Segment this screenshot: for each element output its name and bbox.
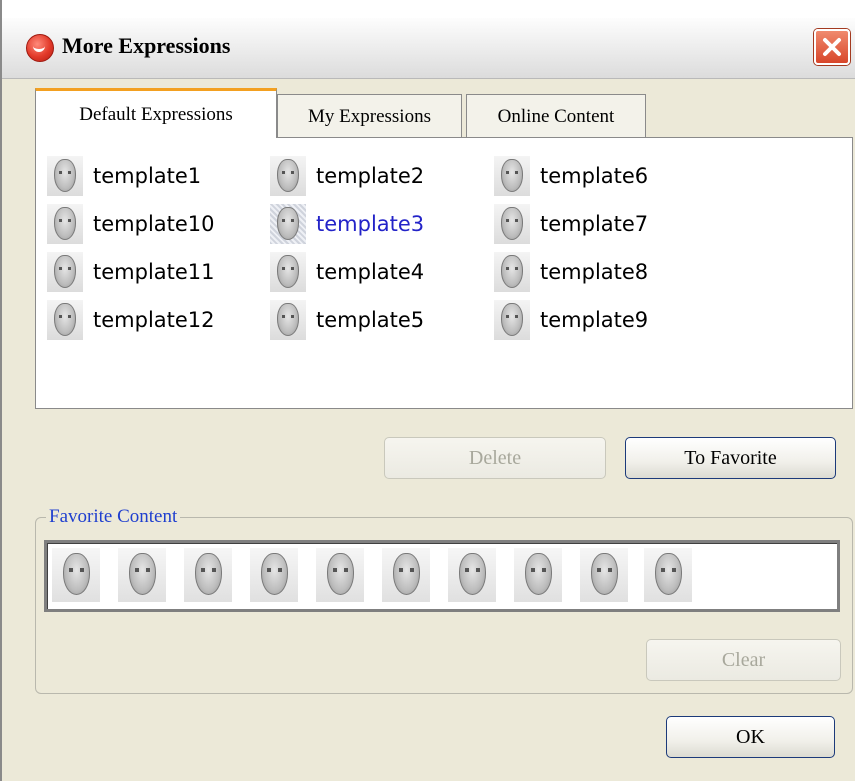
face-thumbnail-icon — [494, 156, 530, 196]
favorite-face-icon[interactable] — [184, 548, 232, 602]
list-item-template1[interactable]: template1 — [47, 156, 201, 196]
ok-button[interactable]: OK — [666, 716, 835, 758]
list-item-template12[interactable]: template12 — [47, 300, 215, 340]
clear-button[interactable]: Clear — [646, 639, 841, 681]
list-item-label: template5 — [316, 308, 425, 332]
favorite-face-icon[interactable] — [580, 548, 628, 602]
favorite-face-icon[interactable] — [644, 548, 692, 602]
list-item-template4[interactable]: template4 — [270, 252, 424, 292]
list-item-label: template11 — [93, 260, 215, 284]
more-expressions-dialog: More Expressions Default Expressions My … — [0, 0, 855, 781]
close-x-icon — [823, 38, 841, 56]
list-item-template10[interactable]: template10 — [47, 204, 215, 244]
face-thumbnail-icon — [47, 156, 83, 196]
delete-button[interactable]: Delete — [384, 437, 606, 479]
favorite-face-icon[interactable] — [316, 548, 364, 602]
face-thumbnail-icon — [494, 300, 530, 340]
list-item-label: template12 — [93, 308, 215, 332]
list-item-template3[interactable]: template3 — [270, 204, 424, 244]
list-item-label: template8 — [540, 260, 649, 284]
list-item-label: template3 — [316, 212, 425, 236]
window-title: More Expressions — [62, 33, 231, 58]
face-thumbnail-icon — [47, 252, 83, 292]
face-thumbnail-icon — [270, 300, 306, 340]
list-item-label: template2 — [316, 164, 425, 188]
window-top-strip — [2, 0, 855, 18]
list-item-label: template6 — [540, 164, 649, 188]
face-thumbnail-icon — [47, 300, 83, 340]
face-thumbnail-icon — [270, 156, 306, 196]
list-item-template8[interactable]: template8 — [494, 252, 648, 292]
list-item-template6[interactable]: template6 — [494, 156, 648, 196]
tab-online-content[interactable]: Online Content — [466, 94, 646, 138]
to-favorite-button[interactable]: To Favorite — [625, 437, 836, 479]
list-item-label: template7 — [540, 212, 649, 236]
face-thumbnail-icon — [494, 204, 530, 244]
app-logo-icon — [26, 34, 54, 62]
list-item-label: template9 — [540, 308, 649, 332]
list-item-template7[interactable]: template7 — [494, 204, 648, 244]
favorite-face-icon[interactable] — [382, 548, 430, 602]
face-thumbnail-icon — [270, 252, 306, 292]
list-item-template2[interactable]: template2 — [270, 156, 424, 196]
favorite-face-icon[interactable] — [448, 548, 496, 602]
list-item-template5[interactable]: template5 — [270, 300, 424, 340]
close-button[interactable] — [814, 29, 850, 65]
face-thumbnail-icon — [494, 252, 530, 292]
face-thumbnail-icon — [270, 204, 306, 244]
face-thumbnail-icon — [47, 204, 83, 244]
list-item-label: template10 — [93, 212, 215, 236]
list-item-template9[interactable]: template9 — [494, 300, 648, 340]
favorite-face-icon[interactable] — [250, 548, 298, 602]
favorite-face-icon[interactable] — [118, 548, 166, 602]
list-item-template11[interactable]: template11 — [47, 252, 215, 292]
tab-my-expressions[interactable]: My Expressions — [277, 94, 462, 138]
favorite-content-label: Favorite Content — [46, 506, 181, 528]
list-item-label: template4 — [316, 260, 425, 284]
favorite-face-icon[interactable] — [514, 548, 562, 602]
favorite-face-icon[interactable] — [52, 548, 100, 602]
favorite-content-list — [44, 540, 840, 612]
list-item-label: template1 — [93, 164, 202, 188]
tab-default-expressions[interactable]: Default Expressions — [35, 88, 277, 140]
